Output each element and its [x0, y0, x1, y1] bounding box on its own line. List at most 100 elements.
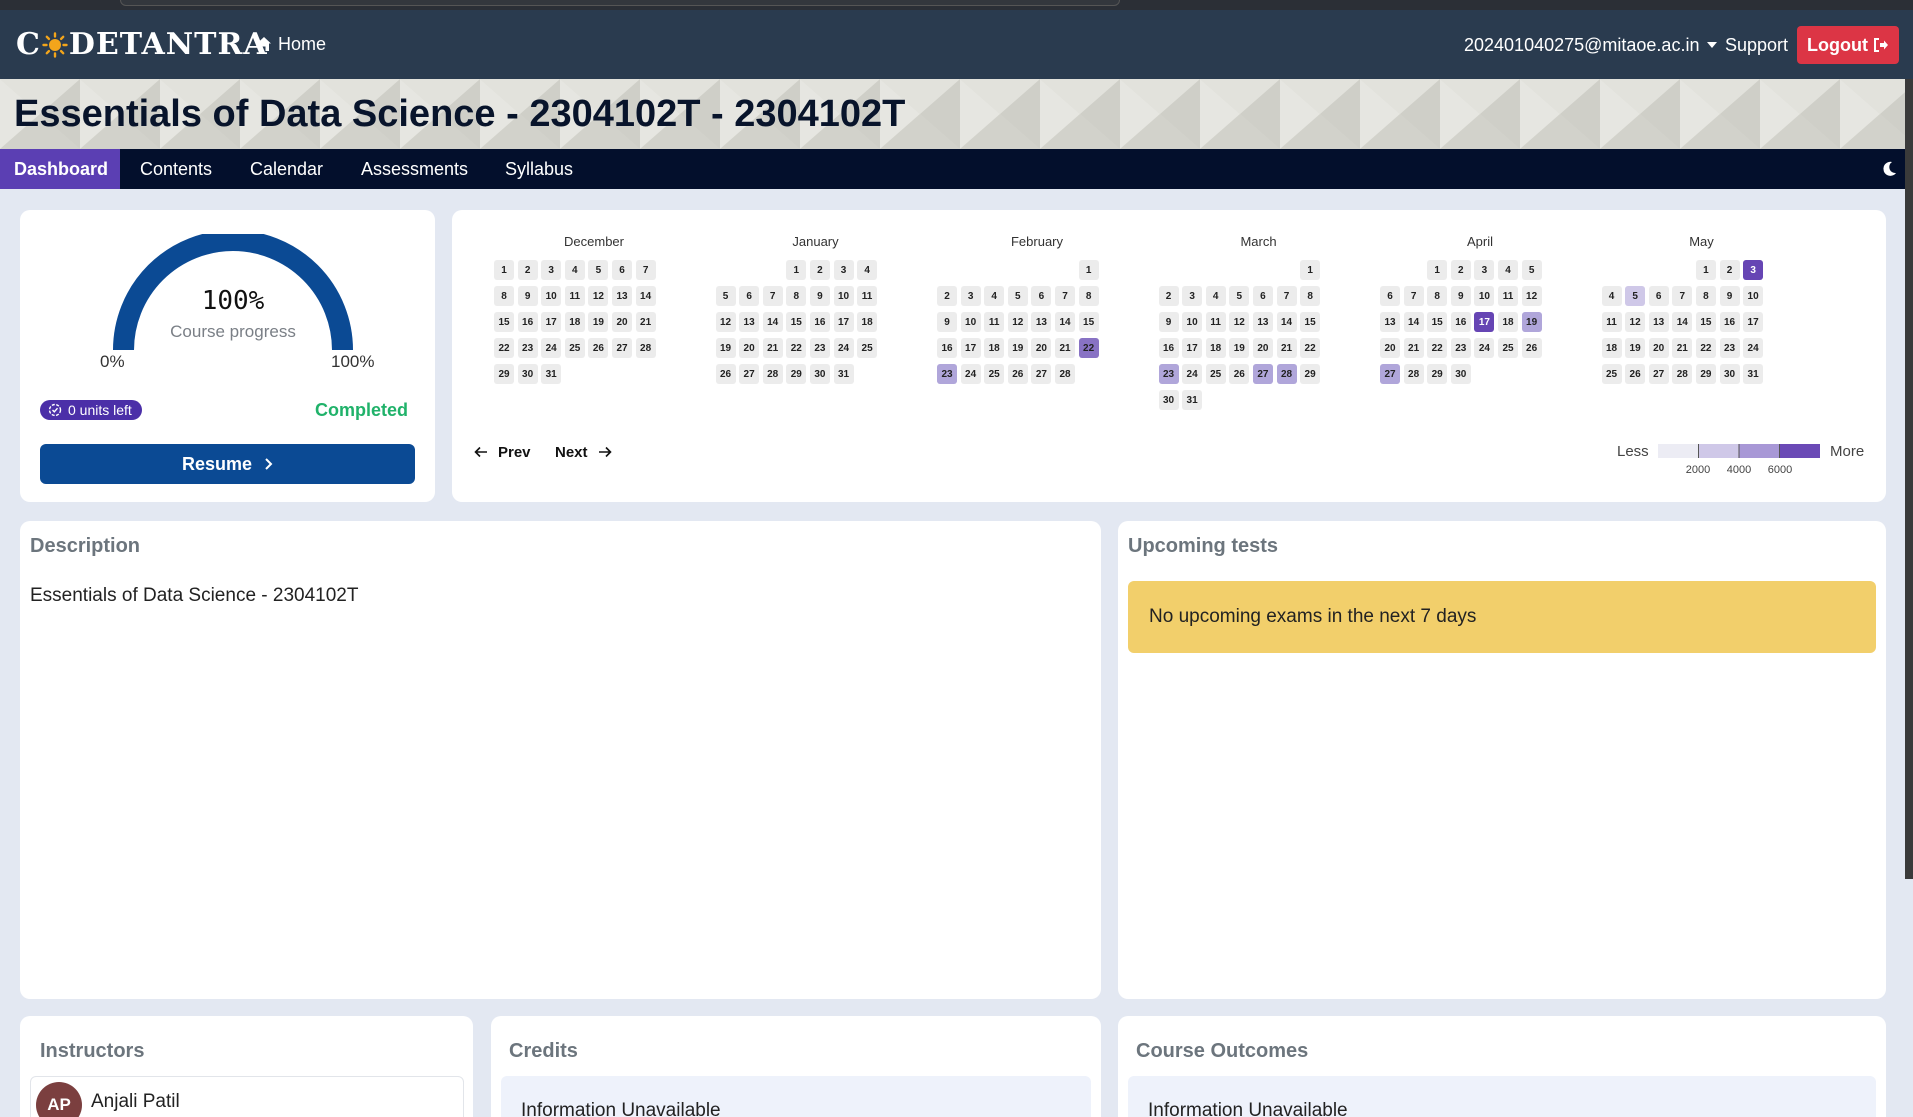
calendar-prev-button[interactable]: Prev: [474, 442, 531, 462]
calendar-day[interactable]: 27: [1648, 364, 1669, 384]
calendar-day[interactable]: 22: [1300, 338, 1321, 358]
calendar-day[interactable]: 23: [809, 338, 830, 358]
calendar-day[interactable]: 11: [1601, 312, 1622, 332]
calendar-day[interactable]: 24: [833, 338, 854, 358]
calendar-day[interactable]: 30: [1719, 364, 1740, 384]
calendar-day[interactable]: 2: [809, 260, 830, 280]
calendar-day[interactable]: 10: [1182, 312, 1203, 332]
calendar-day[interactable]: 30: [517, 364, 538, 384]
calendar-day[interactable]: 17: [541, 312, 562, 332]
calendar-day[interactable]: 14: [1403, 312, 1424, 332]
calendar-day[interactable]: 16: [809, 312, 830, 332]
calendar-day[interactable]: 21: [762, 338, 783, 358]
calendar-day[interactable]: 19: [588, 312, 609, 332]
calendar-day[interactable]: 20: [1380, 338, 1400, 358]
calendar-day[interactable]: 12: [1625, 312, 1646, 332]
calendar-day[interactable]: 8: [1695, 286, 1716, 306]
calendar-day[interactable]: 23: [517, 338, 538, 358]
calendar-day[interactable]: 12: [1521, 286, 1542, 306]
calendar-day[interactable]: 24: [1474, 338, 1495, 358]
calendar-day[interactable]: 31: [833, 364, 854, 384]
calendar-day[interactable]: 27: [1252, 364, 1273, 384]
calendar-day[interactable]: 3: [541, 260, 562, 280]
calendar-day[interactable]: 13: [1380, 312, 1400, 332]
moon-icon[interactable]: [1880, 160, 1898, 178]
calendar-day[interactable]: 16: [937, 338, 957, 358]
calendar-day[interactable]: 18: [984, 338, 1005, 358]
calendar-day[interactable]: 19: [1007, 338, 1028, 358]
tab-syllabus[interactable]: Syllabus: [505, 149, 573, 189]
calendar-day[interactable]: 21: [1672, 338, 1693, 358]
calendar-day[interactable]: 6: [612, 260, 632, 280]
calendar-day[interactable]: 11: [564, 286, 585, 306]
calendar-day[interactable]: 22: [786, 338, 807, 358]
calendar-day[interactable]: 12: [588, 286, 609, 306]
calendar-day[interactable]: 3: [1743, 260, 1764, 280]
calendar-day[interactable]: 10: [1474, 286, 1495, 306]
calendar-day[interactable]: 11: [1205, 312, 1226, 332]
calendar-day[interactable]: 10: [541, 286, 562, 306]
calendar-day[interactable]: 24: [960, 364, 981, 384]
calendar-day[interactable]: 7: [762, 286, 783, 306]
calendar-day[interactable]: 26: [1521, 338, 1542, 358]
calendar-day[interactable]: 21: [1055, 338, 1075, 358]
calendar-day[interactable]: 19: [1229, 338, 1250, 358]
calendar-day[interactable]: 15: [494, 312, 514, 332]
calendar-day[interactable]: 1: [1078, 260, 1099, 280]
calendar-day[interactable]: 28: [762, 364, 783, 384]
calendar-day[interactable]: 17: [833, 312, 854, 332]
calendar-day[interactable]: 9: [1719, 286, 1740, 306]
codetantra-logo[interactable]: C DETANTRA: [16, 24, 268, 64]
calendar-day[interactable]: 3: [1474, 260, 1495, 280]
tab-assessments[interactable]: Assessments: [361, 149, 468, 189]
calendar-day[interactable]: 20: [1031, 338, 1052, 358]
calendar-day[interactable]: 20: [1252, 338, 1273, 358]
tab-dashboard[interactable]: Dashboard: [0, 149, 120, 189]
calendar-day[interactable]: 26: [1625, 364, 1646, 384]
calendar-day[interactable]: 8: [786, 286, 807, 306]
calendar-day[interactable]: 13: [1031, 312, 1052, 332]
calendar-day[interactable]: 14: [1055, 312, 1075, 332]
tab-contents[interactable]: Contents: [140, 149, 212, 189]
calendar-day[interactable]: 23: [1719, 338, 1740, 358]
calendar-day[interactable]: 7: [1055, 286, 1075, 306]
calendar-day[interactable]: 8: [494, 286, 514, 306]
calendar-day[interactable]: 19: [1521, 312, 1542, 332]
calendar-day[interactable]: 21: [635, 312, 656, 332]
calendar-day[interactable]: 31: [541, 364, 562, 384]
calendar-day[interactable]: 23: [1158, 364, 1179, 384]
calendar-day[interactable]: 30: [809, 364, 830, 384]
calendar-day[interactable]: 25: [984, 364, 1005, 384]
calendar-day[interactable]: 16: [1450, 312, 1471, 332]
calendar-day[interactable]: 3: [960, 286, 981, 306]
calendar-day[interactable]: 30: [1158, 390, 1179, 410]
calendar-day[interactable]: 28: [1672, 364, 1693, 384]
calendar-day[interactable]: 5: [1521, 260, 1542, 280]
calendar-day[interactable]: 29: [1300, 364, 1321, 384]
calendar-day[interactable]: 11: [857, 286, 878, 306]
calendar-day[interactable]: 8: [1427, 286, 1448, 306]
calendar-day[interactable]: 29: [786, 364, 807, 384]
calendar-day[interactable]: 10: [960, 312, 981, 332]
calendar-day[interactable]: 17: [960, 338, 981, 358]
calendar-day[interactable]: 27: [1031, 364, 1052, 384]
calendar-day[interactable]: 13: [1648, 312, 1669, 332]
calendar-day[interactable]: 12: [1229, 312, 1250, 332]
calendar-day[interactable]: 22: [1078, 338, 1099, 358]
calendar-day[interactable]: 15: [1300, 312, 1321, 332]
calendar-day[interactable]: 4: [564, 260, 585, 280]
calendar-day[interactable]: 6: [1252, 286, 1273, 306]
calendar-day[interactable]: 28: [635, 338, 656, 358]
calendar-day[interactable]: 25: [1601, 364, 1622, 384]
calendar-day[interactable]: 31: [1743, 364, 1764, 384]
calendar-day[interactable]: 17: [1182, 338, 1203, 358]
calendar-day[interactable]: 12: [715, 312, 736, 332]
calendar-day[interactable]: 17: [1743, 312, 1764, 332]
calendar-day[interactable]: 5: [715, 286, 736, 306]
calendar-day[interactable]: 9: [809, 286, 830, 306]
calendar-day[interactable]: 7: [1672, 286, 1693, 306]
calendar-day[interactable]: 27: [1380, 364, 1400, 384]
calendar-day[interactable]: 9: [937, 312, 957, 332]
calendar-day[interactable]: 22: [1695, 338, 1716, 358]
calendar-day[interactable]: 12: [1007, 312, 1028, 332]
